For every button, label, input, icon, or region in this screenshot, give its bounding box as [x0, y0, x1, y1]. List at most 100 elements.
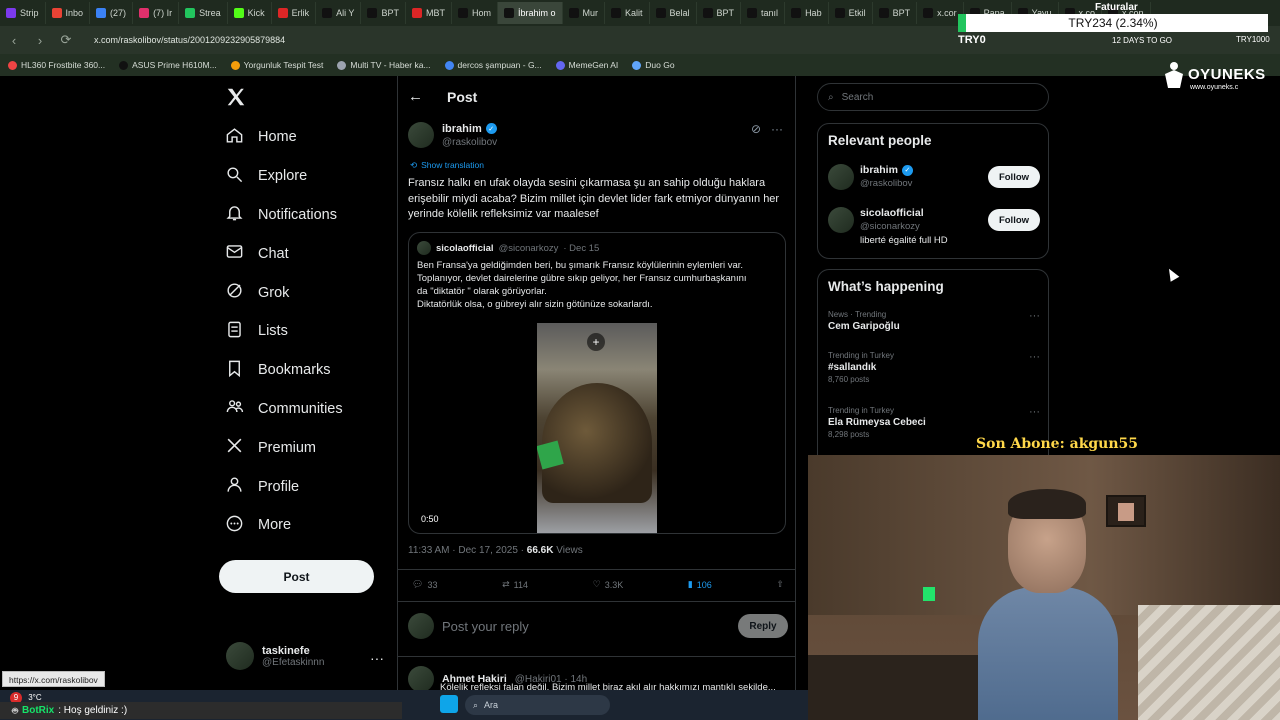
divider [398, 656, 795, 657]
browser-tab[interactable]: MBT [406, 2, 452, 24]
author-name[interactable]: ibrahim [442, 123, 482, 135]
taskbar-search[interactable]: ⌕ Ara [465, 695, 610, 715]
person-handle[interactable]: @siconarkozy [860, 221, 948, 232]
trend-item[interactable]: News · Trending Cem Garipoğlu ··· [828, 310, 1040, 332]
post-button[interactable]: Post [219, 560, 374, 593]
show-translation-link[interactable]: ⟲ Show translation [410, 160, 484, 171]
repost-action[interactable]: ⇄ 114 [502, 579, 528, 590]
quoted-author-name[interactable]: sicolaofficial [436, 243, 494, 254]
reload-icon[interactable]: ⟳ [58, 32, 74, 48]
sidebar-item-more[interactable]: More [225, 506, 343, 545]
quoted-post[interactable]: sicolaofficial @siconarkozy · Dec 15 Ben… [408, 232, 786, 534]
more-icon [225, 514, 244, 537]
post-author[interactable]: ibrahim ✓ @raskolibov [408, 122, 497, 148]
sidebar-item-premium[interactable]: Premium [225, 428, 343, 467]
follow-button[interactable]: Follow [988, 166, 1040, 188]
avatar [226, 642, 254, 670]
browser-tab[interactable]: Kick [228, 2, 272, 24]
account-more-icon[interactable]: ··· [370, 650, 384, 666]
bookmark-item[interactable]: dercos şampuan - G... [444, 60, 542, 70]
trend-more-icon[interactable]: ··· [1029, 310, 1040, 322]
browser-tab[interactable]: Ali Y [316, 2, 362, 24]
back-icon[interactable]: ‹ [6, 33, 22, 48]
post-top-actions: ⊘ ··· [751, 122, 783, 136]
sidebar-item-lists[interactable]: Lists [225, 312, 343, 351]
browser-tab[interactable]: Mur [563, 2, 605, 24]
repost-icon: ⇄ [502, 579, 510, 589]
person-item[interactable]: ibrahim ✓ @raskolibov Follow [828, 164, 1040, 190]
person-item[interactable]: sicolaofficial @siconarkozy liberté égal… [828, 207, 1040, 246]
browser-tab[interactable]: (7) Ir [133, 2, 180, 24]
tab-favicon-icon [411, 8, 422, 18]
browser-tab[interactable]: BPT [873, 2, 918, 24]
sidebar-item-grok[interactable]: Grok [225, 273, 343, 312]
sidebar-item-bookmarks[interactable]: Bookmarks [225, 351, 343, 390]
browser-tab[interactable]: Etkil [829, 2, 873, 24]
search-icon: ⌕ [828, 91, 834, 103]
sidebar-item-communities[interactable]: Communities [225, 390, 343, 429]
forward-icon[interactable]: › [32, 33, 48, 48]
more-icon[interactable]: ··· [771, 122, 783, 136]
bookmark-item[interactable]: Duo Go [632, 60, 675, 70]
browser-tab[interactable]: Belal [650, 2, 697, 24]
expand-icon[interactable]: + [587, 333, 605, 351]
browser-tab[interactable]: Kalit [605, 2, 650, 24]
sidebar-item-home[interactable]: Home [225, 118, 343, 157]
reply-input[interactable]: Post your reply [442, 619, 738, 634]
translate-icon: ⟲ [410, 160, 418, 170]
browser-tab[interactable]: x.cor [917, 2, 964, 24]
bookmark-item[interactable]: ASUS Prime H610M... [119, 60, 217, 70]
browser-tab[interactable]: Erlik [272, 2, 317, 24]
browser-tab[interactable]: Inbo [46, 2, 91, 24]
bookmark-item[interactable]: Yorgunluk Tespit Test [230, 60, 323, 70]
people-icon [225, 397, 244, 420]
search-input[interactable]: ⌕ Search [817, 83, 1049, 111]
tab-label: x.cor [937, 8, 957, 18]
browser-tab[interactable]: BPT [361, 2, 406, 24]
browser-tab[interactable]: (27) [90, 2, 134, 24]
bookmark-item[interactable]: MemeGen AI [555, 60, 618, 70]
trend-item[interactable]: Trending in Turkey Ela Rümeysa Cebeci 8,… [828, 406, 1040, 439]
share-action[interactable]: ⇧ [776, 579, 784, 590]
grok-icon[interactable]: ⊘ [751, 122, 761, 136]
like-action[interactable]: ♡ 3.3K [593, 579, 624, 590]
author-handle[interactable]: @raskolibov [442, 137, 497, 148]
video-player[interactable]: + [537, 323, 657, 533]
back-arrow-icon[interactable]: ← [408, 88, 423, 105]
tab-label: Inbo [65, 8, 84, 18]
trend-item[interactable]: Trending in Turkey #sallandık 8,760 post… [828, 351, 1040, 384]
bookmark-item[interactable]: Multi TV - Haber ka... [337, 60, 431, 70]
reply-button[interactable]: Reply [738, 614, 788, 638]
bookmark-item[interactable]: HL360 Frostbite 360... [8, 60, 105, 70]
sidebar-item-chat[interactable]: Chat [225, 234, 343, 273]
sidebar-item-profile[interactable]: Profile [225, 467, 343, 506]
browser-tab[interactable]: İbrahim o [497, 2, 563, 24]
browser-tab[interactable]: Strip [0, 2, 46, 24]
bookmark-favicon-icon [119, 60, 129, 70]
person-handle[interactable]: @raskolibov [860, 178, 913, 189]
tab-favicon-icon [655, 8, 666, 18]
tab-favicon-icon [277, 8, 288, 18]
person-name[interactable]: sicolaofficial [860, 207, 924, 219]
browser-tab[interactable]: tanıl [741, 2, 786, 24]
person-name[interactable]: ibrahim [860, 164, 898, 176]
reply-action[interactable]: 💬︎ 33 [412, 579, 437, 590]
x-logo-icon[interactable] [225, 86, 247, 108]
windows-start-icon[interactable] [440, 695, 458, 713]
search-icon [225, 165, 244, 188]
browser-tab[interactable]: BPT [697, 2, 742, 24]
url-field[interactable]: x.com/raskolibov/status/2001209232905879… [94, 35, 285, 45]
quoted-author-handle[interactable]: @siconarkozy [499, 243, 559, 254]
browser-tab[interactable]: Strea [179, 2, 228, 24]
account-switcher[interactable]: taskinefe @Efetaskinnn [226, 642, 324, 670]
tab-favicon-icon [568, 8, 579, 18]
sidebar-item-explore[interactable]: Explore [225, 157, 343, 196]
sidebar-item-notifications[interactable]: Notifications [225, 196, 343, 235]
browser-tab[interactable]: Hom [452, 2, 498, 24]
browser-tab[interactable]: Hab [785, 2, 829, 24]
trend-more-icon[interactable]: ··· [1029, 351, 1040, 363]
sidebar-item-label: Lists [258, 323, 288, 340]
follow-button[interactable]: Follow [988, 209, 1040, 231]
trend-more-icon[interactable]: ··· [1029, 406, 1040, 418]
bookmark-action[interactable]: ▮ 106 [688, 579, 712, 590]
